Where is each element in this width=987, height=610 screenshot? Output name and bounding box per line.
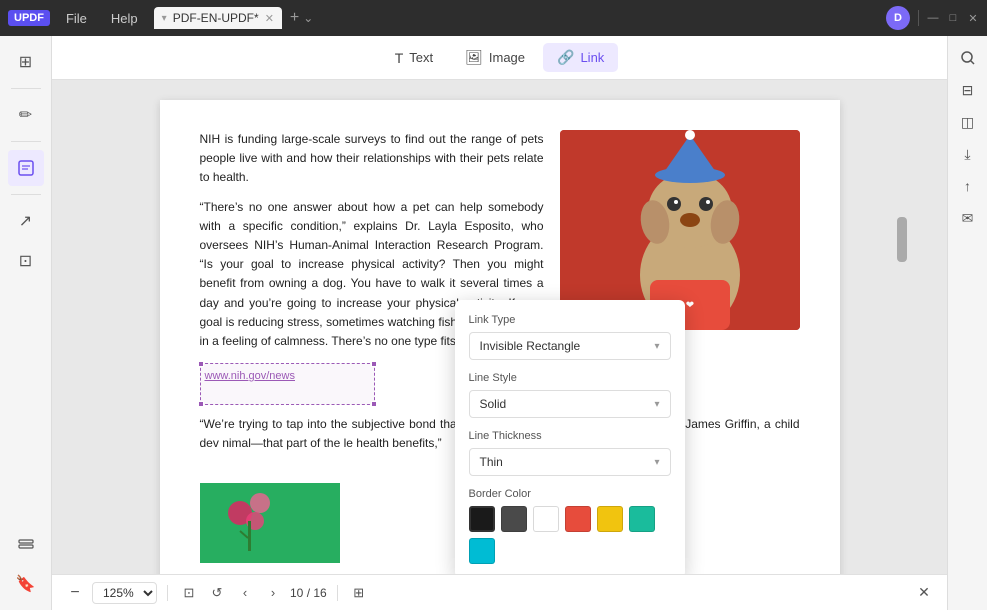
separator	[918, 10, 919, 26]
sidebar-divider-3	[11, 194, 41, 195]
selection-handle-tl	[198, 361, 204, 367]
link-tool-button[interactable]: 🔗 Link	[543, 43, 618, 72]
selection-handle-bl	[198, 401, 204, 407]
ocr-icon[interactable]: ◫	[954, 108, 982, 136]
maximize-button[interactable]: □	[947, 12, 959, 24]
search-icon[interactable]	[954, 44, 982, 72]
line-thickness-arrow-icon: ▾	[654, 457, 659, 468]
prev-page-button[interactable]: ‹	[234, 582, 256, 604]
total-pages: 16	[313, 586, 326, 600]
title-bar: UPDF File Help ▾ PDF-EN-UPDF* ✕ + ⌄ D — …	[0, 0, 987, 36]
yellow-swatch[interactable]	[597, 506, 623, 532]
tab-close-icon[interactable]: ✕	[265, 12, 274, 25]
user-avatar[interactable]: D	[886, 6, 910, 30]
pdf-page: ❤ NIH is funding large-scale surveys to …	[160, 100, 840, 574]
image-tool-button[interactable]: 🖼 Image	[451, 43, 539, 72]
tab-label: PDF-EN-UPDF*	[173, 11, 259, 25]
text-label: Text	[409, 50, 433, 65]
zoom-select[interactable]: 125%	[92, 582, 157, 604]
text-icon: T	[395, 50, 404, 66]
organize-icon[interactable]: ⊡	[8, 243, 44, 279]
bottom-divider-1	[167, 585, 168, 601]
compress-icon[interactable]: ⤓	[954, 140, 982, 168]
export-icon[interactable]: ↗	[8, 203, 44, 239]
line-style-label: Line Style	[469, 372, 671, 384]
link-type-select[interactable]: Invisible Rectangle ▾	[469, 332, 671, 360]
dark-gray-swatch[interactable]	[501, 506, 527, 532]
scrollbar-thumb[interactable]	[897, 217, 907, 262]
edit-toolbar: T Text 🖼 Image 🔗 Link	[52, 36, 947, 80]
line-style-value: Solid	[480, 397, 507, 411]
image-icon: 🖼	[465, 49, 483, 66]
rotate-button[interactable]: ↺	[206, 582, 228, 604]
line-thickness-label: Line Thickness	[469, 430, 671, 442]
grid-view-button[interactable]: ⊞	[348, 582, 370, 604]
line-style-arrow-icon: ▾	[654, 399, 659, 410]
next-page-button[interactable]: ›	[262, 582, 284, 604]
link-type-arrow-icon: ▾	[654, 341, 659, 352]
layers-icon[interactable]	[8, 526, 44, 562]
selection-handle-br	[371, 401, 377, 407]
fit-page-button[interactable]: ⊡	[178, 582, 200, 604]
border-color-swatches	[469, 506, 671, 564]
flower-image	[200, 483, 340, 563]
add-tab-button[interactable]: +	[290, 9, 299, 27]
image-label: Image	[489, 50, 525, 65]
pages-icon[interactable]: ⊞	[8, 44, 44, 80]
app-logo: UPDF	[8, 10, 50, 26]
sidebar-divider-1	[11, 88, 41, 89]
teal-swatch[interactable]	[629, 506, 655, 532]
current-page: 10	[290, 586, 303, 600]
zoom-out-button[interactable]: −	[64, 582, 86, 604]
right-panel: ⊟ ◫ ⤓ ↑ ✉	[947, 36, 987, 610]
svg-text:❤: ❤	[685, 300, 693, 311]
page-indicator: 10 / 16	[290, 586, 327, 600]
cyan-swatch[interactable]	[469, 538, 495, 564]
black-swatch[interactable]	[469, 506, 495, 532]
bottom-divider-2	[337, 585, 338, 601]
line-thickness-value: Thin	[480, 455, 503, 469]
bottom-toolbar: − 125% ⊡ ↺ ‹ › 10 / 16 ⊞ ✕	[52, 574, 947, 610]
link-type-label: Link Type	[469, 314, 671, 326]
white-swatch[interactable]	[533, 506, 559, 532]
export-right-icon[interactable]: ⊟	[954, 76, 982, 104]
edit-icon[interactable]: ✏	[8, 97, 44, 133]
content-wrapper: T Text 🖼 Image 🔗 Link	[52, 36, 947, 610]
sidebar-divider-2	[11, 141, 41, 142]
tab-dropdown-icon[interactable]: ▾	[162, 13, 167, 24]
link-icon: 🔗	[557, 49, 574, 66]
share-icon[interactable]: ↑	[954, 172, 982, 200]
link-properties-popup: Link Type Invisible Rectangle ▾ Line Sty…	[455, 300, 685, 574]
text-tool-button[interactable]: T Text	[381, 44, 447, 72]
selection-handle-tr	[371, 361, 377, 367]
tab-area: ▾ PDF-EN-UPDF* ✕ + ⌄	[154, 7, 878, 29]
link-type-value: Invisible Rectangle	[480, 339, 581, 353]
line-style-select[interactable]: Solid ▾	[469, 390, 671, 418]
help-menu[interactable]: Help	[103, 7, 146, 30]
selection-box: www.nih.gov/news	[200, 363, 375, 405]
minimize-button[interactable]: —	[927, 12, 939, 24]
annotate-icon[interactable]	[8, 150, 44, 186]
link-label: Link	[580, 50, 604, 65]
file-menu[interactable]: File	[58, 7, 95, 30]
active-tab[interactable]: ▾ PDF-EN-UPDF* ✕	[154, 7, 282, 29]
border-color-label: Border Color	[469, 488, 671, 500]
main-area: ⊞ ✏ ↗ ⊡ 🔖 T Text	[0, 36, 987, 610]
content-area: ❤ NIH is funding large-scale surveys to …	[52, 80, 947, 574]
close-editor-button[interactable]: ✕	[913, 582, 935, 604]
scrollbar-track	[897, 80, 907, 538]
red-swatch[interactable]	[565, 506, 591, 532]
left-sidebar: ⊞ ✏ ↗ ⊡ 🔖	[0, 36, 52, 610]
line-thickness-select[interactable]: Thin ▾	[469, 448, 671, 476]
bookmark-icon[interactable]: 🔖	[8, 566, 44, 602]
tab-overflow-button[interactable]: ⌄	[303, 11, 313, 25]
mail-icon[interactable]: ✉	[954, 204, 982, 232]
close-window-button[interactable]: ✕	[967, 12, 979, 24]
